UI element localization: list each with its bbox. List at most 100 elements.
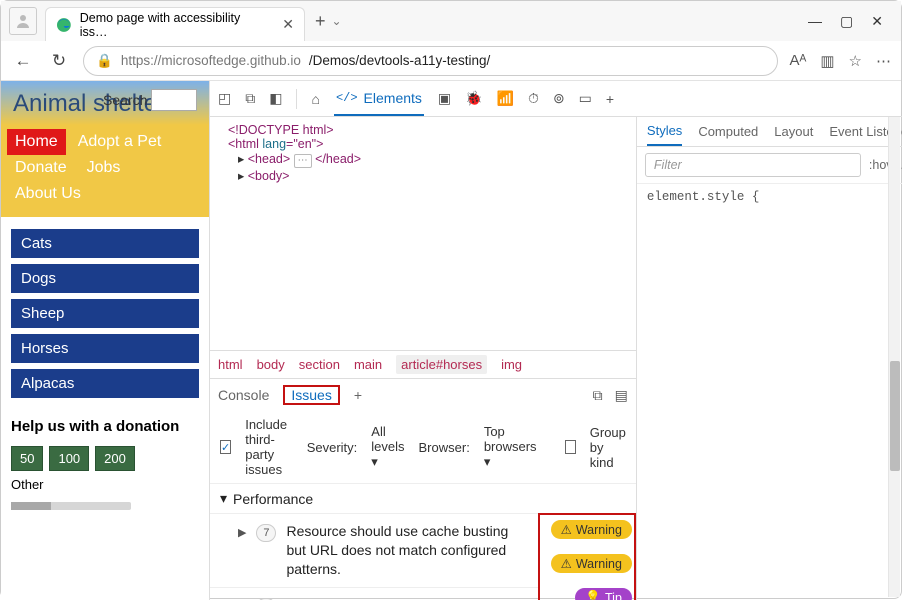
scrollbar-thumb[interactable] [890, 361, 900, 471]
close-window-button[interactable]: ✕ [871, 13, 883, 30]
console-tab-icon[interactable]: ▣ [438, 90, 451, 107]
crumb-body: body [257, 357, 285, 372]
donation-section: Help us with a donation 50 100 200 Other [1, 410, 209, 500]
browser-tab[interactable]: Demo page with accessibility iss… ✕ [45, 7, 305, 41]
new-tab-button[interactable]: + [311, 7, 330, 36]
warning-badge: ⚠ Warning [551, 520, 632, 539]
styles-tab[interactable]: Styles [647, 117, 682, 146]
welcome-tab-icon[interactable]: ⌂ [311, 91, 319, 107]
refresh-button[interactable]: ↻ [47, 51, 71, 71]
expand-icon[interactable]: ▶ [238, 526, 246, 539]
badge-group-performance: ⚠ Warning ⚠ Warning 💡 Tip 💡 Tip [538, 513, 636, 600]
styles-pane: Styles Computed Layout Event Listeners ⌄… [637, 117, 902, 600]
dom-breadcrumb[interactable]: html body section main article#horses im… [210, 350, 636, 378]
sources-tab-icon[interactable]: 🐞 [465, 90, 482, 107]
dom-tree[interactable]: <!DOCTYPE html> <html lang="en"> ▸ <head… [210, 117, 636, 350]
application-tab-icon[interactable]: ▭ [579, 90, 592, 107]
tab-close-icon[interactable]: ✕ [282, 16, 294, 33]
maximize-button[interactable]: ▢ [840, 13, 853, 30]
severity-label: Severity: [307, 440, 358, 455]
profile-avatar[interactable] [9, 7, 37, 35]
nav-about[interactable]: About Us [7, 181, 89, 207]
styles-filter-input[interactable]: Filter [645, 153, 861, 177]
category-list: Cats Dogs Sheep Horses Alpacas [1, 217, 209, 410]
issue-message: Response should not include unneeded hea… [286, 596, 527, 600]
more-tabs-button[interactable]: + [606, 91, 614, 107]
read-aloud-icon[interactable]: Aᴬ [790, 52, 807, 70]
menu-icon[interactable]: ⋯ [876, 52, 891, 70]
computed-tab[interactable]: Computed [698, 124, 758, 139]
device-toggle-icon[interactable]: ⧉ [245, 90, 255, 107]
cat-dogs[interactable]: Dogs [11, 264, 199, 293]
category-performance[interactable]: ▾ Performance [210, 484, 636, 513]
performance-tab-icon[interactable]: ⏱ [528, 90, 539, 107]
url-host: https://microsoftedge.github.io [121, 53, 301, 68]
nav-donate[interactable]: Donate [7, 155, 75, 181]
issue-row[interactable]: ▶ 7 Resource should use cache busting bu… [210, 513, 538, 587]
lock-icon[interactable]: 🔒 [96, 53, 113, 69]
drawer-tool-1[interactable]: ⧉ [593, 387, 603, 404]
search-input[interactable] [151, 89, 197, 111]
group-by-kind-checkbox[interactable]: ✓ [565, 440, 576, 454]
nav-jobs[interactable]: Jobs [79, 155, 129, 181]
issue-count: 7 [256, 524, 276, 542]
layout-tab[interactable]: Layout [774, 124, 813, 139]
browser-dropdown[interactable]: Top browsers ▾ [484, 424, 537, 470]
collections-icon[interactable]: ▥ [820, 52, 834, 70]
edge-icon [56, 17, 72, 33]
crumb-main: main [354, 357, 382, 372]
tip-badge: 💡 Tip [575, 588, 631, 600]
include-thirdparty-checkbox[interactable]: ✓ [220, 440, 231, 454]
donate-other-label: Other [11, 477, 199, 492]
search-label: Search [103, 92, 147, 108]
crumb-section: section [299, 357, 340, 372]
element-style-block[interactable]: element.style { [637, 184, 902, 210]
issues-controls: ✓ Include third-party issues Severity: A… [210, 411, 636, 484]
inspect-icon[interactable]: ◰ [218, 90, 231, 107]
warning-badge: ⚠ Warning [551, 554, 632, 573]
favorite-icon[interactable]: ☆ [849, 52, 862, 70]
devtools-vertical-scrollbar[interactable] [888, 117, 900, 597]
cat-cats[interactable]: Cats [11, 229, 199, 258]
url-field[interactable]: 🔒 https://microsoftedge.github.io/Demos/… [83, 46, 778, 76]
drawer-tool-2[interactable]: ▤ [615, 387, 628, 404]
cat-alpacas[interactable]: Alpacas [11, 369, 199, 398]
window-controls: ― ▢ ✕ [808, 13, 893, 30]
donate-50[interactable]: 50 [11, 446, 43, 471]
cat-sheep[interactable]: Sheep [11, 299, 199, 328]
network-tab-icon[interactable]: 📶 [497, 90, 514, 107]
donate-200[interactable]: 200 [95, 446, 135, 471]
issue-message: Resource should use cache busting but UR… [286, 522, 527, 579]
severity-dropdown[interactable]: All levels ▾ [371, 424, 404, 470]
drawer-add-tab[interactable]: + [354, 387, 362, 403]
group-by-kind-label: Group by kind [590, 425, 626, 470]
dock-icon[interactable]: ◧ [269, 90, 282, 107]
cat-horses[interactable]: Horses [11, 334, 199, 363]
drawer-issues-tab[interactable]: Issues [287, 381, 335, 409]
minimize-button[interactable]: ― [808, 13, 822, 30]
memory-tab-icon[interactable]: ⊚ [553, 90, 565, 107]
dom-tree-pane: <!DOCTYPE html> <html lang="en"> ▸ <head… [210, 117, 637, 600]
crumb-img: img [501, 357, 522, 372]
tabs-chevron-icon[interactable]: ⌄ [332, 14, 342, 28]
back-button[interactable]: ← [11, 51, 35, 71]
elements-tab[interactable]: </>Elements [334, 82, 424, 116]
browser-label: Browser: [419, 440, 470, 455]
titlebar: Demo page with accessibility iss… ✕ + ⌄ … [1, 1, 901, 41]
issues-list[interactable]: ▾ Performance ▶ 7 Resource should use ca… [210, 484, 636, 600]
donate-100[interactable]: 100 [49, 446, 89, 471]
webpage-pane: Animal shelter Search Home Adopt a Pet D… [1, 81, 209, 600]
nav-home[interactable]: Home [7, 129, 66, 155]
crumb-html: html [218, 357, 243, 372]
include-thirdparty-label: Include third-party issues [245, 417, 292, 477]
devtools-drawer: Console Issues + ⧉ ▤ ✓ Include third-par… [210, 378, 636, 600]
main-nav: Home Adopt a Pet Donate Jobs About Us [1, 125, 209, 217]
drawer-tabs: Console Issues + ⧉ ▤ [210, 379, 636, 411]
donation-heading: Help us with a donation [11, 418, 199, 436]
styles-tabs: Styles Computed Layout Event Listeners ⌄ [637, 117, 902, 147]
address-bar: ← ↻ 🔒 https://microsoftedge.github.io/De… [1, 41, 901, 81]
horizontal-scrollbar[interactable] [11, 502, 131, 510]
issue-row[interactable]: ▶ 1 Response should not include unneeded… [210, 587, 538, 600]
drawer-console-tab[interactable]: Console [218, 387, 269, 403]
nav-adopt[interactable]: Adopt a Pet [70, 129, 170, 155]
